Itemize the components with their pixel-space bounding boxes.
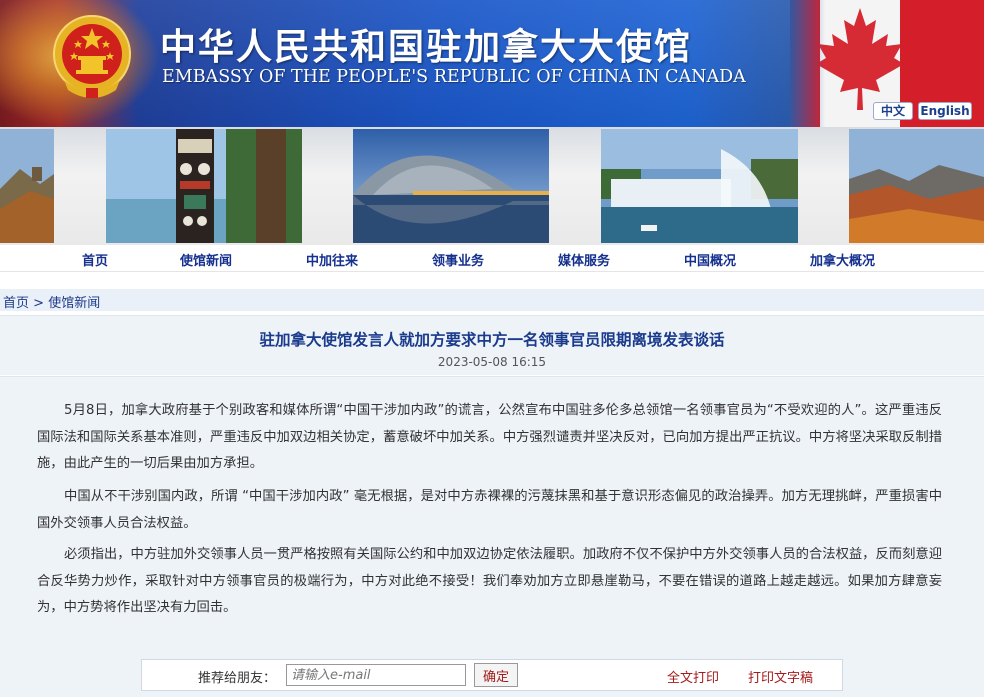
great-wall-photo <box>0 129 54 243</box>
breadcrumb: 首页 > 使馆新闻 <box>0 289 984 311</box>
site-title-chinese: 中华人民共和国驻加拿大大使馆 <box>160 26 693 68</box>
nav-media-services[interactable]: 媒体服务 <box>558 250 610 269</box>
site-title-english: EMBASSY OF THE PEOPLE'S REPUBLIC OF CHIN… <box>162 67 746 87</box>
national-emblem-icon <box>53 15 131 98</box>
nav-about-canada[interactable]: 加拿大概况 <box>810 250 875 269</box>
print-full-text-link[interactable]: 全文打印 <box>667 667 719 686</box>
article-header: 驻加拿大使馆发言人就加方要求中方一名领事官员限期离境发表谈话 2023-05-0… <box>0 315 984 375</box>
article-paragraph-3: 必须指出，中方驻加外交领事人员一贯严格按照有关国际公约和中加双边协定依法履职。加… <box>37 547 942 615</box>
main-navigation: 首页 使馆新闻 中加往来 领事业务 媒体服务 中国概况 加拿大概况 <box>0 245 984 272</box>
autumn-mountains-photo <box>849 129 984 243</box>
nav-home[interactable]: 首页 <box>82 250 108 269</box>
email-input[interactable] <box>286 664 466 686</box>
nav-china-canada-relations[interactable]: 中加往来 <box>306 250 358 269</box>
article-body: 5月8日，加拿大政府基于个别政客和媒体所谓“中国干涉加内政”的谎言，公然宣布中国… <box>0 376 984 697</box>
breadcrumb-home-link[interactable]: 首页 <box>3 296 29 311</box>
article-paragraph-1: 5月8日，加拿大政府基于个别政客和媒体所谓“中国干涉加内政”的谎言，公然宣布中国… <box>37 403 942 471</box>
totem-pole-photo <box>106 129 302 243</box>
page-root: 中华人民共和国驻加拿大大使馆 EMBASSY OF THE PEOPLE'S R… <box>0 0 984 697</box>
national-theatre-photo <box>353 129 549 243</box>
nav-about-china[interactable]: 中国概况 <box>684 250 736 269</box>
photo-strip <box>0 127 984 245</box>
nav-consular-services[interactable]: 领事业务 <box>432 250 484 269</box>
share-bar: 推荐给朋友： 确定 全文打印 打印文字稿 <box>141 659 843 691</box>
nav-embassy-news[interactable]: 使馆新闻 <box>180 250 232 269</box>
article-title: 驻加拿大使馆发言人就加方要求中方一名领事官员限期离境发表谈话 <box>259 331 725 349</box>
language-chinese-button[interactable]: 中文 <box>873 102 913 120</box>
breadcrumb-trail: 首页 > 使馆新闻 <box>3 292 100 311</box>
confirm-button[interactable]: 确定 <box>474 663 518 687</box>
header-banner: 中华人民共和国驻加拿大大使馆 EMBASSY OF THE PEOPLE'S R… <box>0 0 984 127</box>
print-text-link[interactable]: 打印文字稿 <box>748 667 813 686</box>
article-paragraph-2: 中国从不干涉别国内政，所谓 “中国干涉加内政” 毫无根据，是对中方赤裸裸的污蔑抹… <box>37 489 942 531</box>
share-label: 推荐给朋友： <box>198 671 277 686</box>
article-date: 2023-05-08 16:15 <box>437 355 547 369</box>
language-english-button[interactable]: English <box>918 102 972 120</box>
niagara-falls-photo <box>601 129 798 243</box>
breadcrumb-current-link[interactable]: 使馆新闻 <box>48 296 100 311</box>
breadcrumb-separator: > <box>29 296 49 311</box>
